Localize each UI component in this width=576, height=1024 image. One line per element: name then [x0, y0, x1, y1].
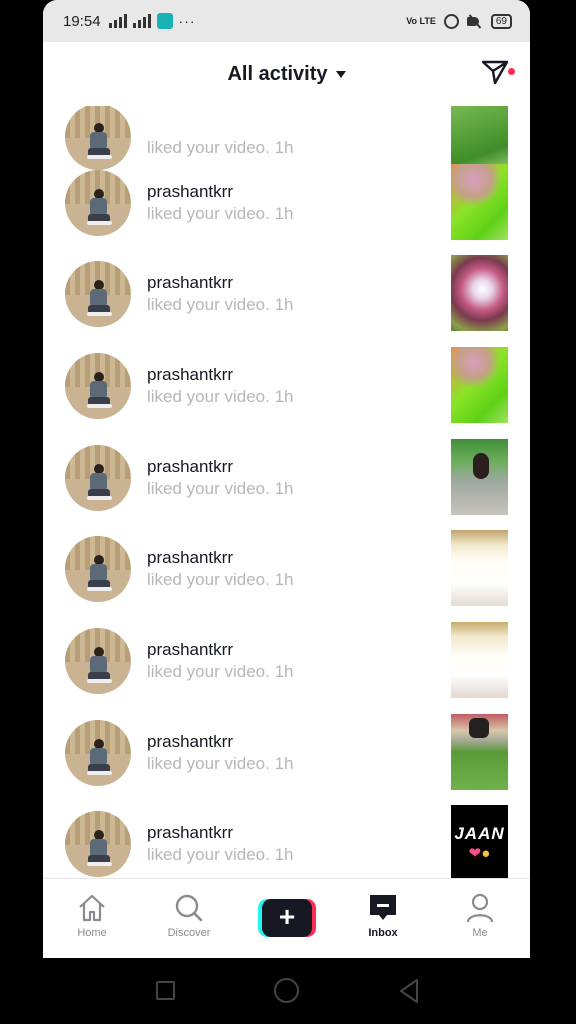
volte-icon: Vo LTE: [406, 15, 436, 26]
bottom-tab-bar: Home Discover + Inbox Me: [43, 878, 530, 958]
unread-dot: [508, 68, 515, 75]
tab-home-label: Home: [77, 927, 107, 939]
activity-username[interactable]: prashantkrr: [147, 732, 233, 752]
activity-row[interactable]: prashantkrr liked your video. 1h JAAN ❤●: [43, 805, 530, 878]
tab-me-label: Me: [472, 927, 488, 939]
activity-text: liked your video. 1h: [147, 295, 294, 314]
activity-text: liked your video. 1h: [147, 387, 294, 406]
activity-text: liked your video. 1h: [147, 479, 294, 498]
video-thumbnail[interactable]: [451, 255, 508, 331]
home-icon: [79, 894, 105, 922]
thumbnail-caption: JAAN: [454, 824, 505, 843]
mute-icon: [466, 14, 483, 28]
search-icon: [175, 894, 203, 922]
activity-filter-title[interactable]: All activity: [227, 63, 327, 86]
home-button[interactable]: [274, 978, 299, 1003]
status-bar: 19:54 ··· Vo LTE 69: [43, 0, 530, 42]
tab-discover[interactable]: Discover: [149, 893, 229, 939]
video-thumbnail[interactable]: [451, 347, 508, 423]
activity-username[interactable]: prashantkrr: [147, 365, 233, 385]
avatar[interactable]: [65, 628, 131, 694]
inbox-header: All activity: [43, 42, 530, 106]
activity-row[interactable]: prashantkrr liked your video. 1h: [43, 530, 530, 628]
video-thumbnail[interactable]: [451, 164, 508, 240]
more-notifications: ···: [178, 13, 196, 29]
video-thumbnail[interactable]: [451, 439, 508, 515]
activity-username[interactable]: prashantkrr: [147, 457, 233, 477]
video-thumbnail[interactable]: [451, 622, 508, 698]
video-thumbnail[interactable]: JAAN ❤●: [451, 805, 508, 878]
avatar[interactable]: [65, 445, 131, 511]
activity-row[interactable]: prashantkrr liked your video. 1h: [43, 255, 530, 353]
activity-text: liked your video. 1h: [147, 204, 294, 223]
recents-button[interactable]: [156, 981, 175, 1000]
video-thumbnail[interactable]: [451, 530, 508, 606]
heart-icon: ❤●: [468, 845, 491, 862]
activity-text: liked your video. 1h: [147, 754, 294, 773]
activity-row[interactable]: prashantkrr liked your video. 1h: [43, 439, 530, 537]
tab-inbox[interactable]: Inbox: [343, 893, 423, 939]
activity-list[interactable]: liked your video. 1h prashantkrr liked you…: [43, 106, 530, 878]
video-thumbnail[interactable]: [451, 714, 508, 790]
activity-row[interactable]: prashantkrr liked your video. 1h: [43, 164, 530, 262]
avatar[interactable]: [65, 261, 131, 327]
status-time: 19:54: [63, 12, 101, 30]
plus-icon: +: [262, 899, 312, 937]
avatar[interactable]: [65, 536, 131, 602]
activity-text: liked your video. 1h: [147, 845, 294, 864]
activity-row[interactable]: prashantkrr liked your video. 1h: [43, 347, 530, 445]
avatar[interactable]: [65, 811, 131, 877]
app-notification-icon: [156, 13, 173, 29]
avatar[interactable]: [65, 170, 131, 236]
activity-username[interactable]: prashantkrr: [147, 823, 233, 843]
activity-username[interactable]: prashantkrr: [147, 548, 233, 568]
activity-text: liked your video. 1h: [147, 138, 294, 157]
avatar[interactable]: [65, 353, 131, 419]
activity-username[interactable]: prashantkrr: [147, 182, 233, 202]
tab-discover-label: Discover: [167, 927, 211, 939]
activity-row[interactable]: prashantkrr liked your video. 1h: [43, 622, 530, 720]
signal-icon: [108, 14, 127, 28]
tab-home[interactable]: Home: [52, 893, 132, 939]
activity-row[interactable]: prashantkrr liked your video. 1h: [43, 714, 530, 812]
chevron-down-icon[interactable]: [335, 70, 346, 78]
battery-icon: 69: [490, 13, 512, 29]
data-saver-icon: [443, 13, 459, 29]
inbox-icon: [370, 895, 396, 920]
avatar[interactable]: [65, 106, 131, 170]
create-video-button[interactable]: +: [258, 899, 316, 937]
avatar[interactable]: [65, 720, 131, 786]
activity-username[interactable]: prashantkrr: [147, 640, 233, 660]
activity-text: liked your video. 1h: [147, 662, 294, 681]
tab-me[interactable]: Me: [440, 893, 520, 939]
activity-username[interactable]: prashantkrr: [147, 273, 233, 293]
direct-messages-button[interactable]: [480, 56, 516, 90]
back-button[interactable]: [398, 978, 420, 1004]
send-icon: [481, 60, 509, 85]
profile-icon: [466, 893, 494, 923]
phone-screen: 19:54 ··· Vo LTE 69 All activity liked y…: [43, 0, 530, 958]
activity-text: liked your video. 1h: [147, 570, 294, 589]
signal-icon: [132, 14, 151, 28]
tab-inbox-label: Inbox: [368, 927, 398, 939]
